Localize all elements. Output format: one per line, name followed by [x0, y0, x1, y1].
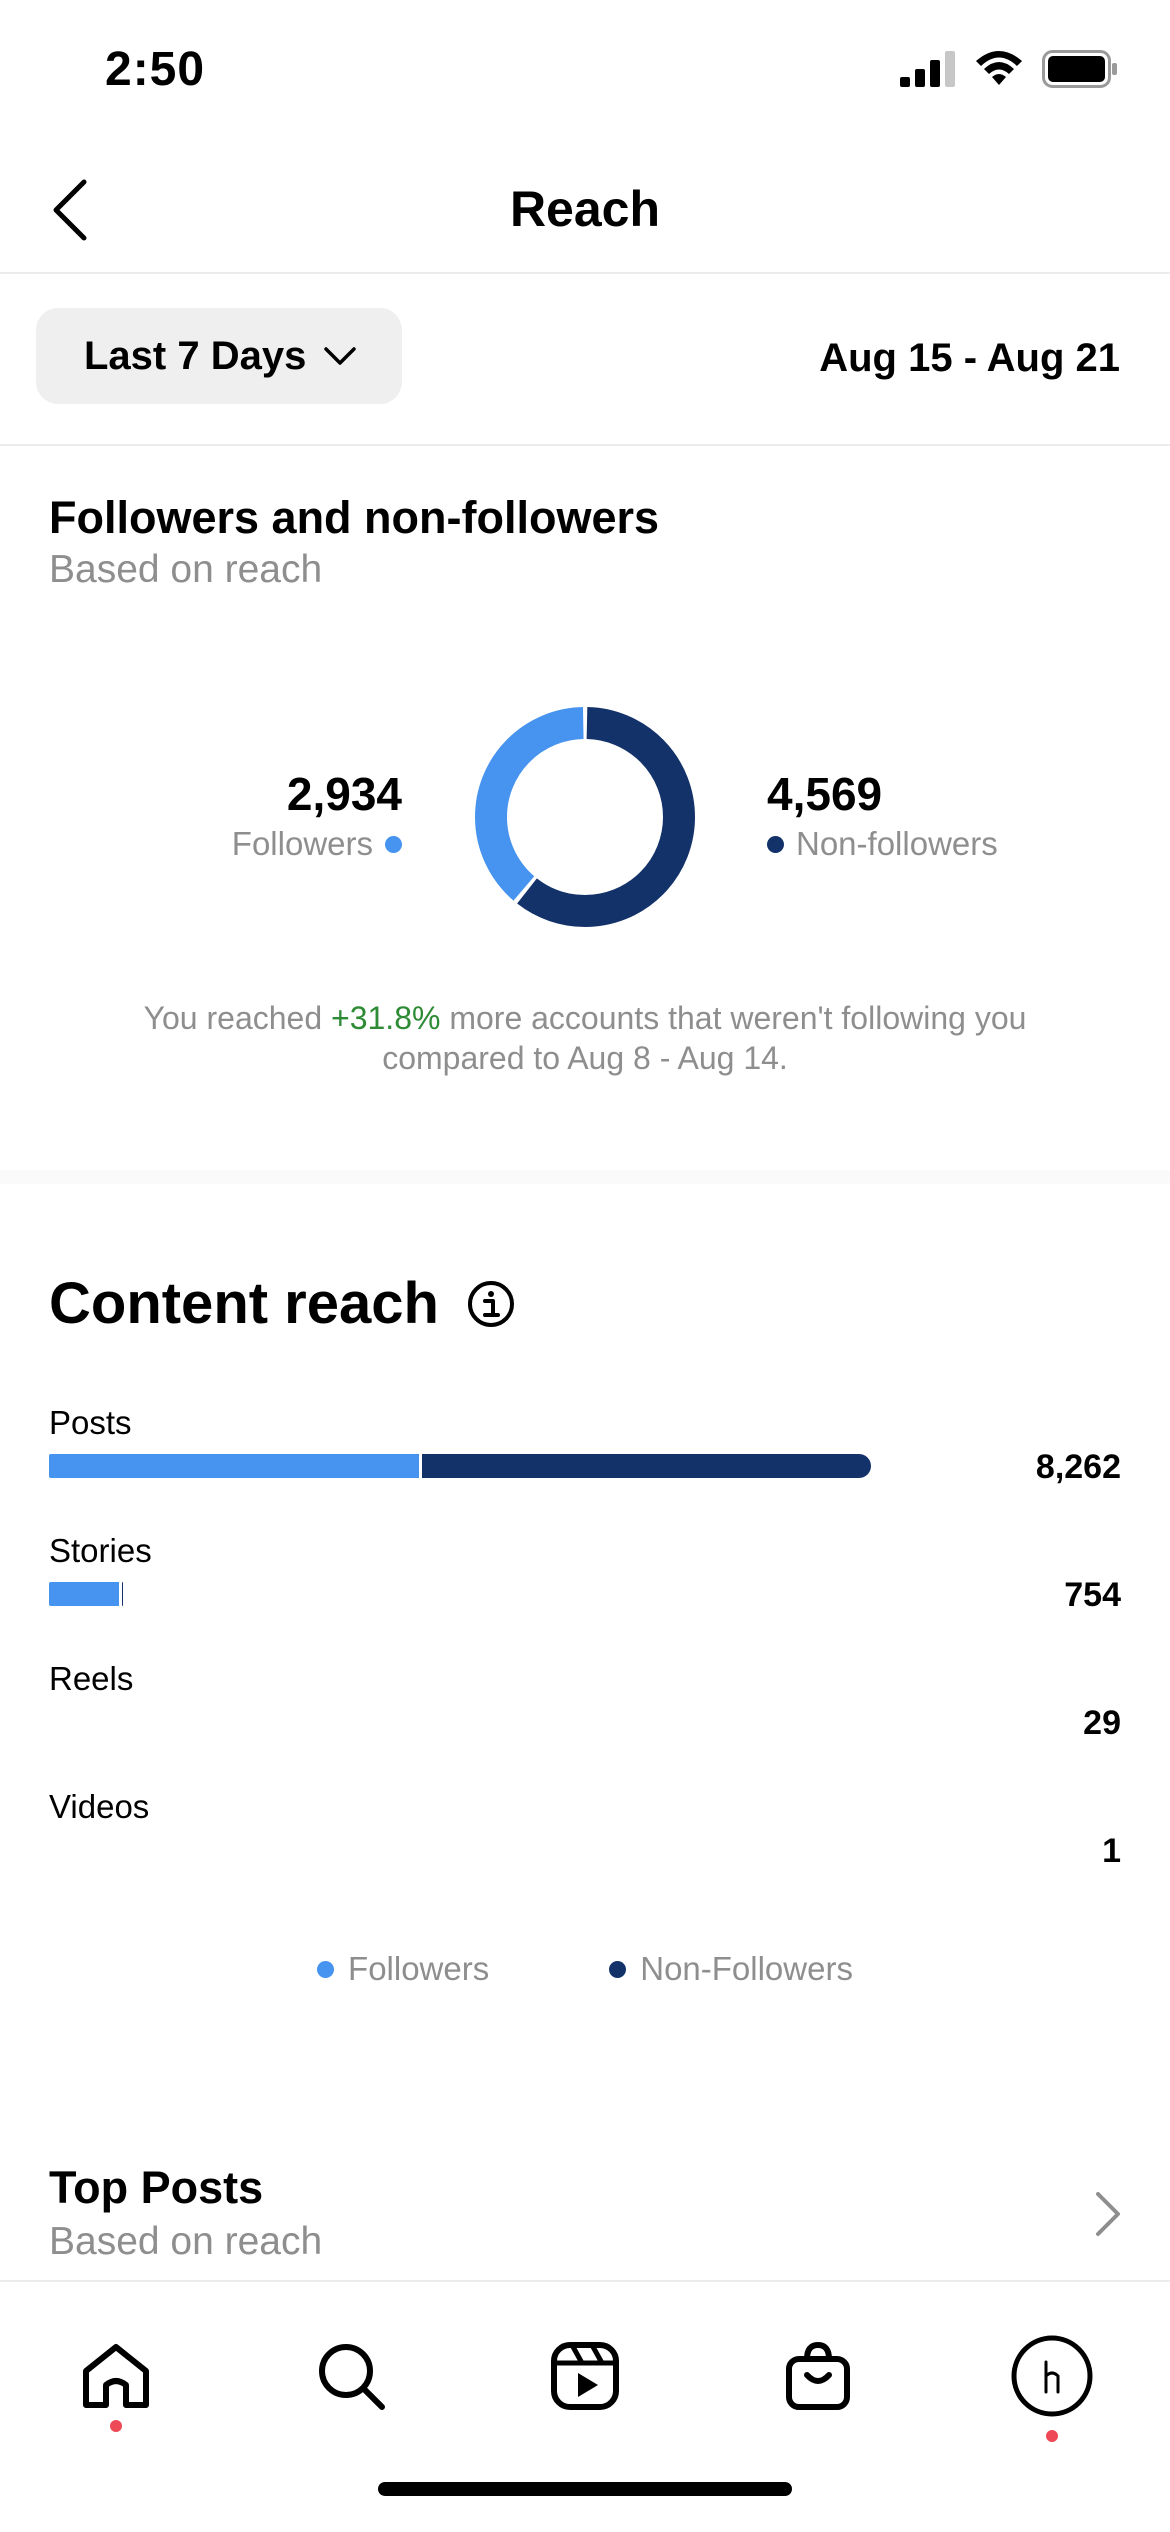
- status-time: 2:50: [105, 43, 206, 96]
- reach-row-label: Videos: [49, 1788, 150, 1825]
- tab-shop[interactable]: [758, 2316, 878, 2436]
- reach-row-value: 29: [1083, 1704, 1121, 1742]
- section-divider: [0, 1170, 1170, 1184]
- status-bar: 2:50: [0, 0, 1170, 150]
- reach-bar: [49, 1454, 871, 1478]
- reach-row-label: Reels: [49, 1660, 134, 1697]
- legend-item-nonfollowers: Non-Followers: [609, 1950, 853, 1988]
- reach-bar: [49, 1582, 123, 1606]
- legend-label-followers: Followers: [348, 1950, 490, 1987]
- profile-avatar: [1011, 2335, 1093, 2417]
- reels-icon: [551, 2342, 619, 2410]
- date-range-dropdown[interactable]: Last 7 Days: [36, 308, 402, 404]
- donut-svg: [475, 707, 695, 927]
- info-icon[interactable]: [467, 1280, 515, 1328]
- chevron-down-icon: [324, 347, 357, 365]
- followers-label: Followers: [231, 825, 373, 862]
- followers-stat: 2,934 Followers: [232, 766, 402, 866]
- tab-profile[interactable]: [992, 2316, 1112, 2442]
- legend-dot-nonfollowers: [609, 1960, 627, 1978]
- audience-section-subtitle: Based on reach: [49, 548, 323, 591]
- nonfollowers-segment: [122, 1582, 123, 1606]
- cellular-signal-icon: [900, 51, 955, 87]
- followers-segment: [49, 1454, 419, 1478]
- date-range-dropdown-label: Last 7 Days: [84, 333, 307, 378]
- content-reach-legend: Followers Non-Followers: [0, 1950, 1170, 1988]
- followers-stat-label-row: Followers: [232, 822, 402, 866]
- chevron-right-icon: [1096, 2192, 1120, 2236]
- followers-donut-chart: [474, 706, 696, 928]
- top-posts-title: Top Posts: [49, 2162, 264, 2213]
- top-posts-subtitle: Based on reach: [49, 2220, 323, 2263]
- nonfollowers-label: Non-followers: [796, 825, 998, 862]
- content-reach-title: Content reach: [49, 1271, 439, 1336]
- reach-row-value: 1: [1102, 1832, 1121, 1870]
- nonfollowers-stat-label-row: Non-followers: [767, 822, 998, 866]
- legend-label-nonfollowers: Non-Followers: [640, 1950, 853, 1987]
- followers-segment: [49, 1582, 120, 1606]
- reach-row-posts: Posts 8,262: [49, 1404, 1121, 1514]
- reach-row-stories: Stories 754: [49, 1532, 1121, 1642]
- reach-row-reels: Reels 29: [49, 1660, 1121, 1770]
- tab-search[interactable]: [291, 2316, 411, 2436]
- reach-row-value: 8,262: [1035, 1448, 1121, 1486]
- home-icon: [83, 2344, 149, 2408]
- filter-row: Last 7 Days Aug 15 - Aug 21: [0, 274, 1170, 446]
- tab-reels[interactable]: [525, 2316, 645, 2436]
- reach-comparison-text: You reached +31.8% more accounts that we…: [80, 998, 1090, 1078]
- comparison-change: +31.8%: [331, 1000, 441, 1036]
- legend-dot-followers: [317, 1960, 335, 1978]
- nonfollowers-dot: [767, 835, 784, 853]
- profile-notification-dot: [1046, 2430, 1058, 2442]
- top-posts-row[interactable]: Top Posts Based on reach: [0, 2150, 1170, 2280]
- nav-bar: Reach: [0, 150, 1170, 274]
- nonfollowers-segment: [421, 1454, 871, 1478]
- legend-item-followers: Followers: [317, 1950, 489, 1988]
- reach-row-label: Posts: [49, 1404, 132, 1441]
- tab-home[interactable]: [56, 2316, 176, 2436]
- status-icons: [900, 50, 1118, 88]
- battery-icon: [1042, 50, 1117, 88]
- comparison-prefix: You reached: [143, 1000, 332, 1036]
- comparison-suffix: more accounts that weren't following you…: [382, 1000, 1027, 1076]
- followers-dot: [385, 835, 402, 853]
- page-title: Reach: [509, 181, 661, 237]
- reach-row-videos: Videos 1: [49, 1788, 1121, 1898]
- shop-icon: [786, 2341, 850, 2410]
- nonfollowers-stat: 4,569 Non-followers: [767, 766, 998, 866]
- content-reach-header: Content reach: [49, 1270, 515, 1337]
- date-range-text: Aug 15 - Aug 21: [819, 336, 1120, 380]
- search-icon: [319, 2344, 385, 2410]
- followers-count: 2,934: [286, 768, 402, 820]
- reach-row-label: Stories: [49, 1532, 152, 1569]
- home-notification-dot: [110, 2420, 122, 2432]
- reach-row-value: 754: [1064, 1576, 1121, 1614]
- wifi-icon: [976, 51, 1022, 85]
- audience-section-title: Followers and non-followers: [49, 492, 660, 543]
- nonfollowers-count: 4,569: [767, 768, 883, 820]
- home-indicator: [378, 2482, 792, 2496]
